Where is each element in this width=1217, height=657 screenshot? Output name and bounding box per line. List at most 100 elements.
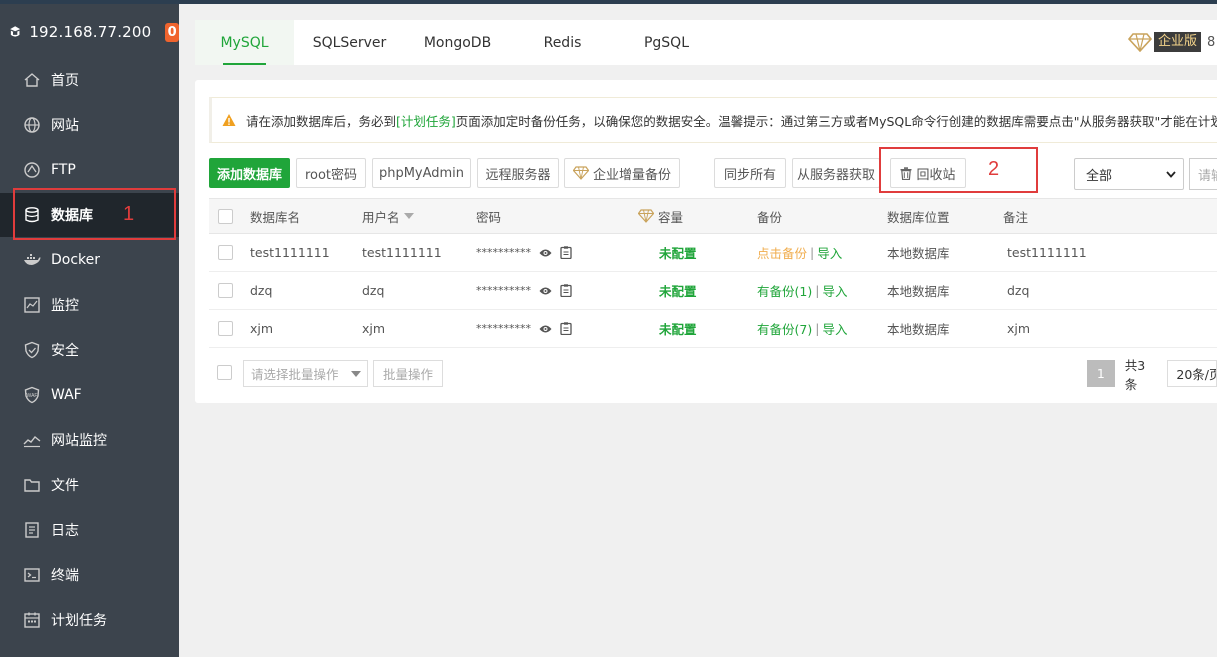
import-link[interactable]: 导入 (822, 319, 847, 338)
row-capacity[interactable]: 未配置 (659, 272, 697, 309)
sidebar-item-9[interactable]: 文件 (0, 465, 179, 505)
warning-alert: 请在添加数据库后，务必到 [计划任务] 页面添加定时备份任务，以确保您的数据安全。温… (209, 97, 1217, 143)
row-capacity[interactable]: 未配置 (659, 310, 697, 347)
footer-select-all-checkbox[interactable] (217, 365, 232, 380)
sidebar-item-7[interactable]: WAF WAF (0, 375, 179, 415)
row-username: dzq (362, 283, 385, 298)
header-username[interactable]: 用户名 (362, 199, 414, 233)
eye-icon[interactable] (539, 324, 552, 334)
tab-mongodb[interactable]: MongoDB (405, 20, 510, 65)
sidebar-item-4[interactable]: Docker (0, 240, 179, 280)
row-password: ********** (476, 234, 572, 271)
row-username: xjm (362, 321, 386, 336)
ftp-icon (23, 161, 41, 179)
search-input[interactable]: 请输 (1189, 158, 1217, 190)
caret-down-icon (351, 371, 361, 377)
sidebar-item-label: FTP (51, 162, 76, 178)
row-remark[interactable]: dzq (1007, 272, 1029, 309)
row-location: 本地数据库 (887, 246, 950, 261)
row-remark[interactable]: xjm (1007, 310, 1030, 347)
batch-operation-button[interactable]: 批量操作 (373, 360, 443, 387)
sidebar-item-label: 计划任务 (51, 613, 107, 629)
sidebar-item-11[interactable]: 终端 (0, 555, 179, 595)
row-checkbox[interactable] (218, 283, 233, 298)
sidebar-item-5[interactable]: 监控 (0, 285, 179, 325)
eye-icon[interactable] (539, 248, 552, 258)
sidebar-item-label: 安全 (51, 343, 79, 359)
sidebar-item-10[interactable]: 日志 (0, 510, 179, 550)
tab-mysql[interactable]: MySQL (195, 20, 294, 65)
eye-icon[interactable] (539, 286, 552, 296)
page-current[interactable]: 1 (1087, 360, 1115, 387)
row-db-name: dzq (250, 283, 273, 298)
header-capacity: 容量 (638, 199, 683, 233)
phpmyadmin-button[interactable]: phpMyAdmin (372, 158, 471, 188)
sidebar-item-label: 日志 (51, 523, 79, 539)
backup-link[interactable]: 点击备份 (757, 243, 807, 262)
sidebar-item-2[interactable]: FTP (0, 150, 179, 190)
root-password-button[interactable]: root密码 (296, 158, 366, 188)
remote-server-button[interactable]: 远程服务器 (477, 158, 559, 188)
header-db-name[interactable]: 数据库名 (250, 199, 300, 233)
row-checkbox[interactable] (218, 321, 233, 336)
database-table: 数据库名 用户名 密码 容量 备份 数据库位置 备注 test1111111 te… (209, 198, 1217, 348)
annotation-number-2: 2 (988, 158, 1000, 180)
tab-sqlserver[interactable]: SQLServer (294, 20, 405, 65)
row-capacity[interactable]: 未配置 (659, 234, 697, 271)
db-type-tabs: MySQL SQLServer MongoDB Redis PgSQL 企业版 … (195, 20, 1217, 65)
sidebar-item-0[interactable]: 首页 (0, 60, 179, 100)
sidebar-item-8[interactable]: 网站监控 (0, 420, 179, 460)
row-checkbox[interactable] (218, 245, 233, 260)
fetch-from-server-button[interactable]: 从服务器获取 (792, 158, 880, 188)
enterprise-backup-button[interactable]: 企业增量备份 (564, 158, 680, 188)
enterprise-number: 8 (1207, 34, 1216, 50)
backup-link[interactable]: 有备份(1) (757, 281, 812, 300)
calendar-icon (23, 611, 41, 629)
import-link[interactable]: 导入 (822, 281, 847, 300)
row-backup: 点击备份 | 导入 (757, 243, 843, 262)
sidebar-item-label: 网站监控 (51, 433, 107, 449)
pagination: 1 共3条 20条/页 (1087, 358, 1217, 392)
password-mask: ********** (476, 246, 531, 259)
enterprise-badge[interactable]: 企业版 8 (1128, 32, 1215, 52)
annotation-box-1 (13, 188, 176, 240)
notification-badge[interactable]: 0 (165, 22, 179, 42)
server-ip: 192.168.77.200 (29, 23, 152, 41)
log-icon (23, 521, 41, 539)
svg-text:WAF: WAF (27, 393, 38, 399)
import-link[interactable]: 导入 (817, 243, 842, 262)
copy-icon[interactable] (560, 322, 572, 335)
database-panel: 请在添加数据库后，务必到 [计划任务] 页面添加定时备份任务，以确保您的数据安全。温… (195, 80, 1217, 403)
row-backup: 有备份(1) | 导入 (757, 281, 848, 300)
tab-pgsql[interactable]: PgSQL (615, 20, 718, 65)
chevron-down-icon (1166, 171, 1176, 178)
row-password: ********** (476, 272, 572, 309)
backup-link[interactable]: 有备份(7) (757, 319, 812, 338)
row-remark[interactable]: test1111111 (1007, 234, 1087, 271)
sidebar-item-label: 终端 (51, 568, 79, 584)
copy-icon[interactable] (560, 246, 572, 259)
copy-icon[interactable] (560, 284, 572, 297)
diamond-small-icon (638, 209, 654, 223)
cron-task-link[interactable]: [计划任务] (396, 111, 456, 130)
page-size-select[interactable]: 20条/页 (1167, 360, 1217, 387)
row-db-name: xjm (250, 321, 274, 336)
sidebar-item-1[interactable]: 网站 (0, 105, 179, 145)
tab-redis[interactable]: Redis (510, 20, 615, 65)
sidebar-item-label: 网站 (51, 118, 79, 134)
add-database-button[interactable]: 添加数据库 (209, 158, 290, 188)
table-row: dzq dzq ********** 未配置 有备份(1) | 导入 本地数据库 dzq (209, 272, 1217, 310)
filter-select[interactable]: 全部 (1074, 158, 1184, 190)
header-remark: 备注 (1003, 209, 1029, 225)
docker-icon (23, 251, 41, 269)
table-header: 数据库名 用户名 密码 容量 备份 数据库位置 备注 (209, 198, 1217, 234)
sidebar-item-6[interactable]: 安全 (0, 330, 179, 370)
sidebar-item-12[interactable]: 计划任务 (0, 600, 179, 640)
sidebar-item-label: 监控 (51, 298, 79, 314)
sync-all-button[interactable]: 同步所有 (714, 158, 786, 188)
batch-operation-select[interactable]: 请选择批量操作 (243, 360, 368, 387)
terminal-icon (23, 566, 41, 584)
header-password: 密码 (476, 209, 502, 225)
annotation-box-2 (879, 147, 1038, 193)
select-all-checkbox[interactable] (218, 208, 233, 224)
